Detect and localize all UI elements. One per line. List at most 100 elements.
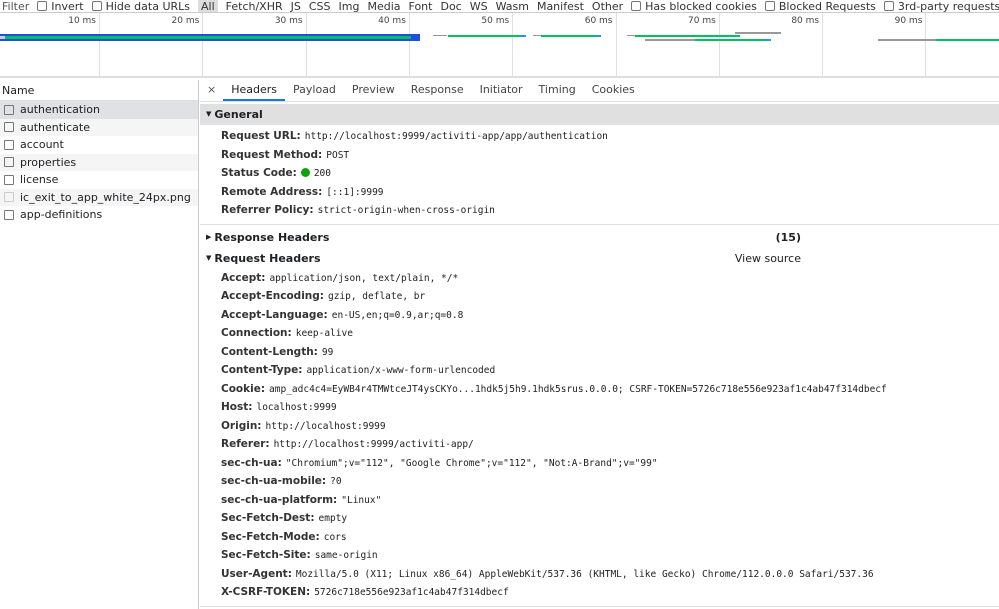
type-filter-css[interactable]: CSS — [309, 0, 331, 12]
header-value: application/json, text/plain, */* — [269, 272, 459, 284]
blocked-requests-label: Blocked Requests — [778, 0, 876, 13]
type-filter-other[interactable]: Other — [592, 0, 623, 12]
waterfall-bar — [533, 35, 541, 36]
has-blocked-cookies-label: Has blocked cookies — [645, 0, 757, 13]
tab-response[interactable]: Response — [403, 83, 472, 101]
invert-checkbox[interactable]: Invert — [37, 0, 84, 13]
hide-data-urls-label: Hide data URLs — [105, 0, 190, 13]
request-row[interactable]: license — [0, 171, 198, 189]
tab-timing[interactable]: Timing — [531, 83, 584, 101]
response-headers-section-header[interactable]: ▶ Response Headers (15) — [200, 227, 999, 248]
tab-initiator[interactable]: Initiator — [472, 83, 531, 101]
has-blocked-cookies-checkbox[interactable]: Has blocked cookies — [631, 0, 757, 13]
tab-headers[interactable]: Headers — [223, 83, 286, 101]
request-row[interactable]: properties — [0, 153, 198, 171]
type-filter-media[interactable]: Media — [367, 0, 400, 12]
header-value: 200 — [313, 168, 331, 179]
request-name: app-definitions — [20, 208, 103, 221]
timeline-gridline — [615, 13, 617, 78]
third-party-checkbox[interactable]: 3rd-party requests — [883, 0, 999, 12]
header-name: Accept: — [221, 271, 266, 284]
request-headers-title: Request Headers — [214, 251, 321, 265]
type-filter-js[interactable]: JS — [291, 0, 301, 12]
header-row: Request URL: http://localhost:9999/activi… — [200, 127, 999, 146]
type-filter-wasm[interactable]: Wasm — [496, 0, 529, 12]
tab-preview[interactable]: Preview — [344, 83, 403, 101]
request-name: authenticate — [20, 120, 90, 134]
waterfall-bar — [765, 39, 771, 41]
timeline-gridline — [408, 13, 410, 78]
header-name: Content-Type: — [221, 364, 303, 376]
request-row[interactable]: authenticate — [0, 118, 198, 136]
response-headers-count: (15) — [775, 230, 801, 244]
header-value: en-US,en;q=0.9,ar;q=0.8 — [331, 309, 464, 321]
waterfall-bar — [541, 35, 595, 37]
header-row: Accept: application/json, text/plain, */* — [200, 269, 999, 288]
type-filter-fetchxhr[interactable]: Fetch/XHR — [226, 0, 283, 12]
header-name: Accept-Language: — [221, 308, 328, 321]
header-row: Origin: http://localhost:9999 — [200, 417, 999, 436]
request-checkbox-icon — [4, 122, 14, 133]
filter-input[interactable]: Filter — [2, 0, 29, 12]
type-filter-doc[interactable]: Doc — [440, 0, 461, 12]
header-value: cors — [323, 531, 347, 543]
status-ok-icon — [300, 168, 310, 177]
timeline-gridline — [925, 13, 927, 78]
request-checkbox-icon — [4, 174, 14, 185]
request-row[interactable]: authentication — [0, 101, 198, 119]
invert-label: Invert — [51, 0, 84, 13]
tab-cookies[interactable]: Cookies — [584, 83, 643, 101]
timeline-gridline — [512, 13, 514, 78]
timeline-gridline — [718, 13, 720, 78]
header-name: sec-ch-ua: — [221, 456, 282, 469]
header-row: sec-ch-ua-platform: "Linux" — [200, 491, 999, 510]
header-name: User-Agent: — [221, 567, 292, 580]
request-row[interactable]: app-definitions — [0, 206, 198, 224]
timeline-gridline — [305, 13, 307, 78]
header-name: Sec-Fetch-Mode: — [221, 530, 320, 543]
header-value: empty — [318, 513, 348, 524]
header-row: Content-Type: application/x-www-form-urle… — [200, 361, 999, 380]
request-name: account — [20, 138, 64, 151]
timeline-tick-label: 20 ms — [171, 16, 200, 26]
header-row: sec-ch-ua-mobile: ?0 — [200, 472, 999, 491]
timeline-gridline — [202, 13, 204, 78]
type-filter-ws[interactable]: WS — [470, 0, 488, 12]
header-row: Sec-Fetch-Site: same-origin — [200, 546, 999, 565]
request-headers-section-header[interactable]: ▼ Request Headers View source — [200, 248, 999, 269]
header-name: Referrer Policy: — [221, 204, 314, 216]
header-row: Host: localhost:9999 — [200, 398, 999, 417]
header-name: Accept-Encoding: — [221, 290, 324, 302]
header-row: Remote Address: [::1]:9999 — [200, 183, 999, 202]
view-source-link[interactable]: View source — [735, 248, 801, 269]
tab-payload[interactable]: Payload — [285, 83, 344, 101]
header-value: gzip, deflate, br — [327, 291, 426, 302]
type-filter-img[interactable]: Img — [339, 0, 360, 12]
header-row: Content-Length: 99 — [200, 343, 999, 362]
header-value: "Chromium";v="112", "Google Chrome";v="1… — [285, 457, 658, 469]
blocked-requests-checkbox[interactable]: Blocked Requests — [764, 0, 876, 13]
header-name: Host: — [221, 401, 253, 413]
name-column-header[interactable]: Name — [0, 80, 198, 101]
waterfall-overview[interactable]: 10 ms 20 ms 30 ms 40 ms 50 ms 60 ms 70 ms 80 ms… — [0, 13, 999, 78]
header-value: localhost:9999 — [256, 402, 337, 413]
header-value: http://localhost:9999/activiti-app/ — [273, 439, 474, 450]
timeline-tick-label: 90 ms — [894, 16, 923, 26]
general-section-header[interactable]: ▼ General — [200, 104, 999, 125]
header-row: Referer: http://localhost:9999/activiti-a… — [200, 435, 999, 454]
hide-data-urls-checkbox[interactable]: Hide data URLs — [91, 0, 190, 13]
type-filter-manifest[interactable]: Manifest — [537, 0, 584, 12]
expand-triangle-icon: ▼ — [206, 253, 212, 262]
request-row[interactable]: ic_exit_to_app_white_24px.png — [0, 188, 198, 206]
waterfall-bar — [520, 35, 526, 37]
request-row[interactable]: account — [0, 136, 198, 154]
header-row: Cookie: amp_adc4c4=EyWB4r4TMWtceJT4ysCKYo… — [200, 380, 999, 399]
close-details-button[interactable]: × — [200, 83, 223, 101]
type-filter-all[interactable]: All — [198, 0, 218, 12]
timeline-gridline — [99, 13, 100, 78]
header-row: sec-ch-ua: "Chromium";v="112", "Google Ch… — [200, 454, 999, 473]
waterfall-bar — [3, 36, 411, 39]
waterfall-bar — [635, 35, 740, 37]
details-panel: × Headers Payload Preview Response Initiator T… — [200, 80, 999, 609]
type-filter-font[interactable]: Font — [409, 0, 433, 12]
